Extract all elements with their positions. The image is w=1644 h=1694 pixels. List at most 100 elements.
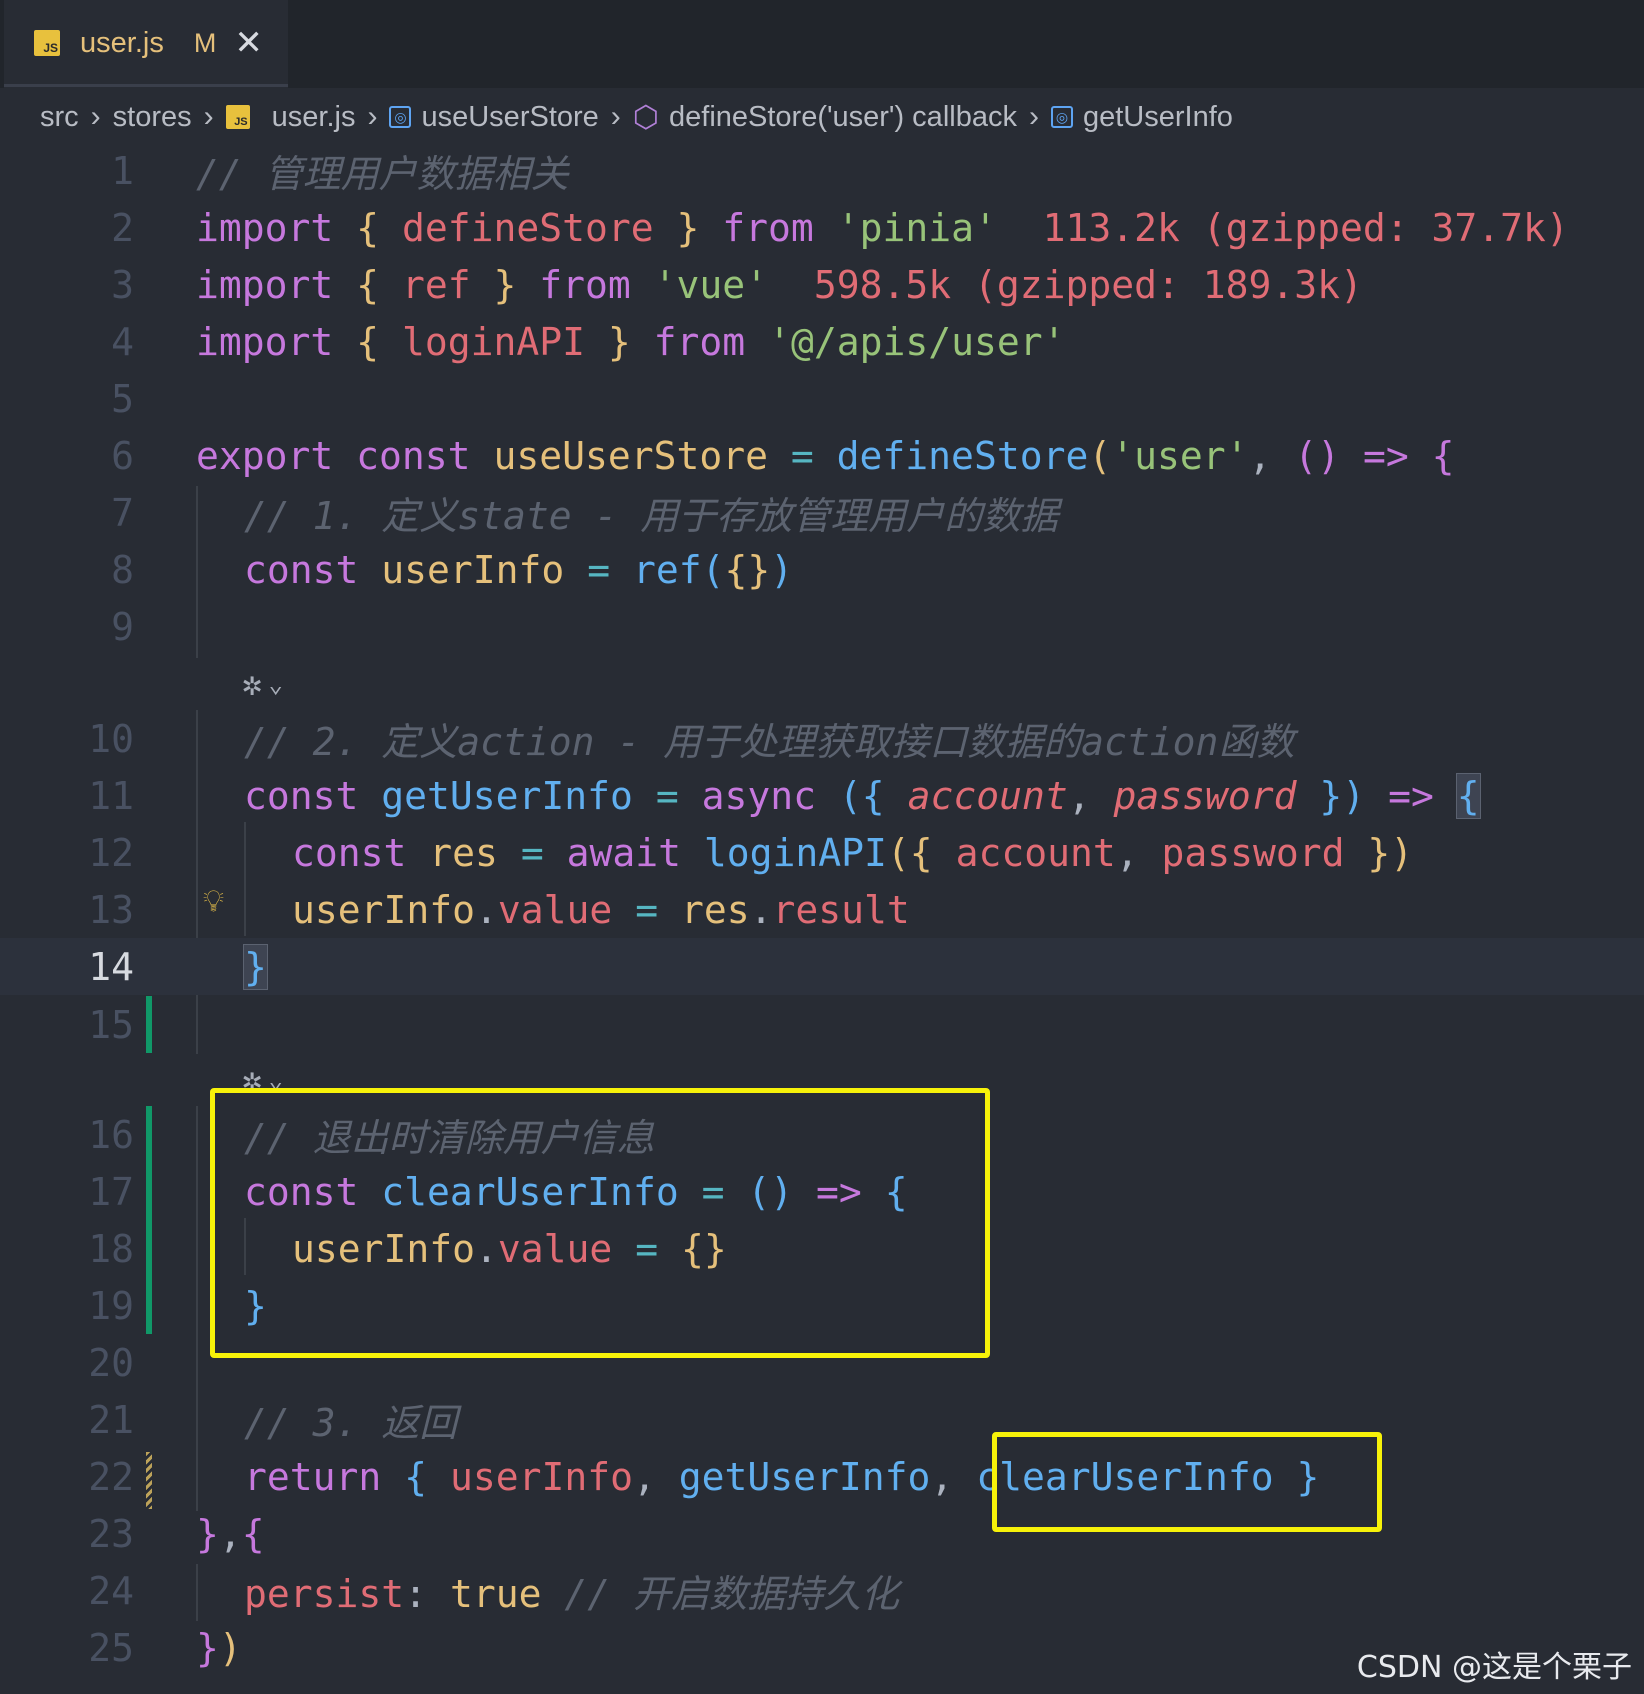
line-number: 25 <box>88 1625 134 1670</box>
code-line: 22 return { userInfo, getUserInfo, clear… <box>0 1448 1644 1505</box>
code-line: 15 <box>0 996 1644 1053</box>
lightbulb-icon[interactable]: 💡︎ <box>203 884 224 919</box>
code-line: 12 const res = await loginAPI({ account,… <box>0 824 1644 881</box>
boolean: true <box>449 1572 542 1616</box>
keyword: import <box>196 205 334 250</box>
code-line: 2 import { defineStore } from 'pinia' 11… <box>0 199 1644 256</box>
paren: }) <box>1319 773 1366 818</box>
string: 'user' <box>1111 433 1249 478</box>
comment: // 1. 定义state - 用于存放管理用户的数据 <box>244 494 1059 538</box>
import-cost-hint: 598.5k (gzipped: 189.3k) <box>813 262 1363 307</box>
code-line: 10 // 2. 定义action - 用于处理获取接口数据的action函数 <box>0 710 1644 767</box>
paren: ) <box>770 547 794 592</box>
codelens-ai[interactable]: ✲ ⌄ <box>242 660 283 708</box>
punctuation: , <box>218 1511 242 1556</box>
paren: ( <box>701 547 725 592</box>
punctuation: . <box>475 887 498 932</box>
identifier: userInfo <box>381 547 565 592</box>
tongyi-lingma-icon[interactable]: ✲ <box>242 664 262 704</box>
comment: // 3. 返回 <box>244 1401 458 1445</box>
keyword: from <box>722 205 814 250</box>
paren: () <box>1294 433 1341 478</box>
line-number: 3 <box>111 262 134 307</box>
identifier: userInfo <box>449 1454 633 1499</box>
code-line: 6 export const useUserStore = defineStor… <box>0 427 1644 484</box>
string: 'vue' <box>653 262 769 307</box>
parameter: account <box>907 773 1068 818</box>
line-number: 17 <box>88 1169 134 1214</box>
line-number: 24 <box>88 1568 134 1613</box>
function-name: loginAPI <box>703 830 887 875</box>
comment: // 管理用户数据相关 <box>196 152 569 196</box>
line-number: 6 <box>111 433 134 478</box>
highlight-box-clear-return <box>992 1432 1382 1532</box>
line-number: 2 <box>111 205 134 250</box>
identifier: res <box>429 830 498 875</box>
line-number: 18 <box>88 1226 134 1271</box>
code-line: 1 // 管理用户数据相关 <box>0 142 1644 199</box>
keyword: from <box>539 262 631 307</box>
line-number: 4 <box>111 319 134 364</box>
line-number: 8 <box>111 547 134 592</box>
function-name: defineStore <box>836 433 1089 478</box>
keyword: import <box>196 319 334 364</box>
operator: = <box>790 433 814 478</box>
brace: { <box>1431 433 1455 478</box>
punctuation: , <box>1115 830 1139 875</box>
line-number: 10 <box>88 716 134 761</box>
punctuation: , <box>632 1454 656 1499</box>
property: value <box>497 887 613 932</box>
keyword: from <box>653 319 746 364</box>
code-line: 21 // 3. 返回 <box>0 1391 1644 1448</box>
function-name: getUserInfo <box>381 773 633 818</box>
operator: = <box>655 773 679 818</box>
code-line-current: 14 } <box>0 938 1644 995</box>
brace: {} <box>724 547 771 592</box>
brace: } <box>607 319 631 364</box>
punctuation: , <box>1248 433 1272 478</box>
line-number: 15 <box>88 1002 134 1047</box>
paren: ({ <box>886 830 933 875</box>
brace: } <box>196 1625 219 1670</box>
punctuation: , <box>1067 773 1091 818</box>
punctuation: : <box>404 1572 428 1616</box>
paren: }) <box>1367 830 1414 875</box>
operator: = <box>587 547 611 592</box>
identifier: ref <box>401 262 471 307</box>
line-number: 19 <box>88 1283 134 1328</box>
arrow: => <box>1388 773 1434 818</box>
line-number: 1 <box>111 148 134 193</box>
keyword: const <box>356 433 471 478</box>
keyword: const <box>244 547 359 592</box>
chevron-down-icon[interactable]: ⌄ <box>268 670 282 698</box>
punctuation: . <box>749 887 773 932</box>
code-line: 4 import { loginAPI } from '@/apis/user' <box>0 313 1644 370</box>
keyword: async <box>701 773 817 818</box>
identifier: loginAPI <box>401 319 585 364</box>
matched-bracket: { <box>1455 772 1481 819</box>
comment: // 开启数据持久化 <box>564 1572 899 1616</box>
code-line: 23 },{ <box>0 1505 1644 1562</box>
brace: { <box>356 262 380 307</box>
brace: { <box>356 205 380 250</box>
keyword: import <box>196 262 334 307</box>
code-editor[interactable]: 1 // 管理用户数据相关 2 import { defineStore } f… <box>0 0 1644 1694</box>
matched-bracket: } <box>243 943 268 990</box>
brace: } <box>196 1511 219 1556</box>
line-number: 14 <box>88 944 134 989</box>
code-line: 5 <box>0 370 1644 427</box>
code-line: 24 persist: true // 开启数据持久化 <box>0 1562 1644 1619</box>
line-number: 20 <box>88 1340 134 1385</box>
identifier: account <box>955 830 1116 875</box>
paren: ( <box>1088 433 1112 478</box>
brace: { <box>241 1511 265 1556</box>
line-number: 23 <box>88 1511 134 1556</box>
code-line: 13 userInfo.value = res.result <box>0 881 1644 938</box>
paren: ({ <box>838 773 885 818</box>
line-number: 9 <box>111 604 134 649</box>
operator: = <box>635 887 659 932</box>
brace: { <box>356 319 380 364</box>
line-number: 13 <box>88 887 134 932</box>
line-number: 12 <box>88 830 134 875</box>
identifier: useUserStore <box>493 433 768 478</box>
